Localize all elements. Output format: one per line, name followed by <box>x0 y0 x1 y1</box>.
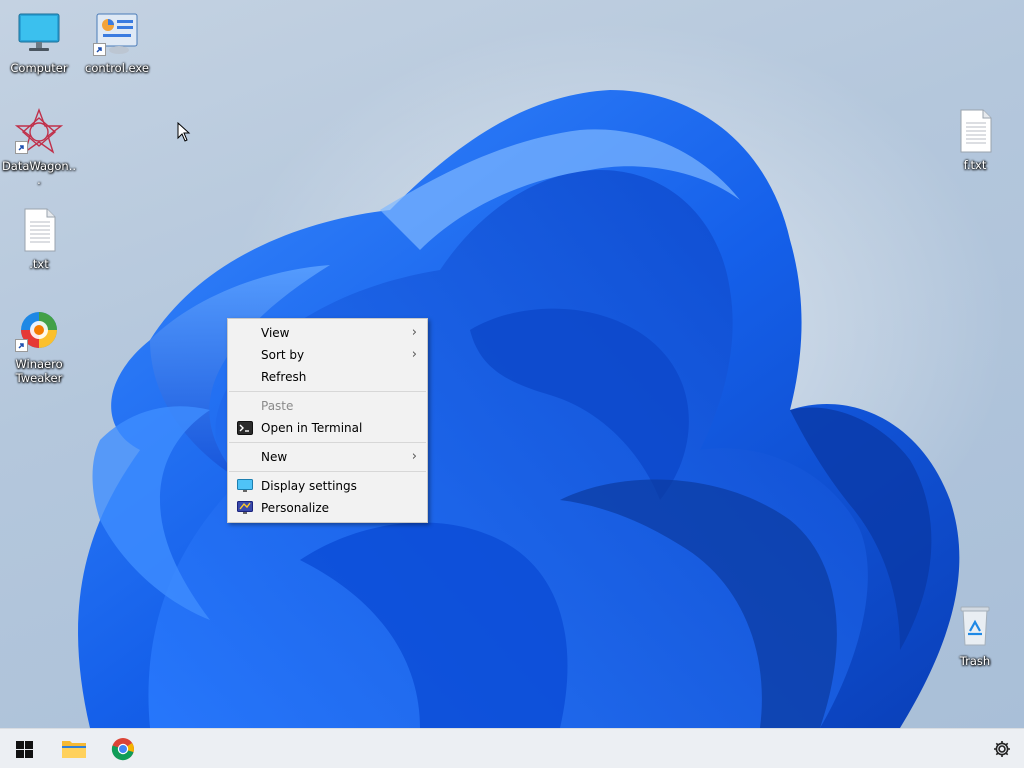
chevron-right-icon: › <box>411 347 417 362</box>
desktop-icon-label: .txt <box>29 257 49 271</box>
gear-icon <box>994 741 1010 757</box>
control-panel-icon <box>93 10 141 58</box>
monitor-icon <box>15 10 63 58</box>
personalize-icon <box>237 501 253 514</box>
mouse-pointer-icon <box>177 122 191 142</box>
menu-item-view[interactable]: View › <box>228 322 427 344</box>
taskbar <box>0 728 1024 768</box>
menu-item-new[interactable]: New › <box>228 446 427 468</box>
menu-item-paste: Paste <box>228 395 427 417</box>
menu-item-label: View <box>261 326 290 340</box>
text-file-icon <box>951 107 999 155</box>
desktop-icon-label: control.exe <box>85 61 149 75</box>
menu-item-label: Open in Terminal <box>261 421 363 435</box>
taskbar-chrome[interactable] <box>99 729 147 769</box>
shortcut-arrow-icon <box>93 43 106 56</box>
desktop[interactable]: Computer control.exe DataWagon... .txt W… <box>0 0 1024 728</box>
desktop-icon-winaero[interactable]: Winaero Tweaker <box>1 306 77 385</box>
display-icon <box>237 479 253 492</box>
menu-item-label: Paste <box>261 399 294 413</box>
desktop-icon-trash[interactable]: Trash <box>937 603 1013 668</box>
menu-separator <box>229 442 426 443</box>
chevron-right-icon: › <box>411 449 417 464</box>
start-button[interactable] <box>0 729 48 769</box>
desktop-icon-datawagon[interactable]: DataWagon... <box>1 108 77 187</box>
shortcut-arrow-icon <box>15 141 28 154</box>
menu-item-display-settings[interactable]: Display settings <box>228 475 427 497</box>
shortcut-arrow-icon <box>15 339 28 352</box>
menu-item-refresh[interactable]: Refresh <box>228 366 427 388</box>
menu-item-label: Display settings <box>261 479 357 493</box>
text-file-icon <box>15 206 63 254</box>
windows-start-icon <box>15 740 33 758</box>
recycle-bin-icon <box>951 603 999 651</box>
file-explorer-icon <box>62 741 86 758</box>
chrome-icon <box>111 738 134 761</box>
menu-item-label: Personalize <box>261 501 330 515</box>
terminal-icon <box>237 421 253 435</box>
desktop-icon-label: Computer <box>10 61 68 75</box>
menu-separator <box>229 391 426 392</box>
menu-item-label: Sort by <box>261 348 305 362</box>
winaero-tweaker-icon <box>15 306 63 354</box>
menu-item-label: Refresh <box>261 370 307 384</box>
datawagon-icon <box>14 108 64 156</box>
taskbar-file-explorer[interactable] <box>50 729 98 769</box>
desktop-icon-label: f.txt <box>963 158 987 172</box>
desktop-icon-ftxt[interactable]: f.txt <box>937 107 1013 172</box>
taskbar-settings[interactable] <box>978 729 1024 769</box>
chevron-right-icon: › <box>411 325 417 340</box>
desktop-icon-computer[interactable]: Computer <box>1 10 77 75</box>
menu-separator <box>229 471 426 472</box>
desktop-icon-label: DataWagon... <box>1 159 77 187</box>
menu-item-sort-by[interactable]: Sort by › <box>228 344 427 366</box>
wallpaper-bloom <box>78 90 960 728</box>
desktop-icon-label: Winaero Tweaker <box>15 357 63 385</box>
menu-item-personalize[interactable]: Personalize <box>228 497 427 519</box>
desktop-icon-label: Trash <box>959 654 991 668</box>
menu-item-label: New <box>261 450 288 464</box>
desktop-context-menu[interactable]: View › Sort by › Refresh Paste Open in T… <box>227 318 428 523</box>
desktop-icon-control[interactable]: control.exe <box>79 10 155 75</box>
desktop-icon-txt[interactable]: .txt <box>1 206 77 271</box>
menu-item-open-in-terminal[interactable]: Open in Terminal <box>228 417 427 439</box>
